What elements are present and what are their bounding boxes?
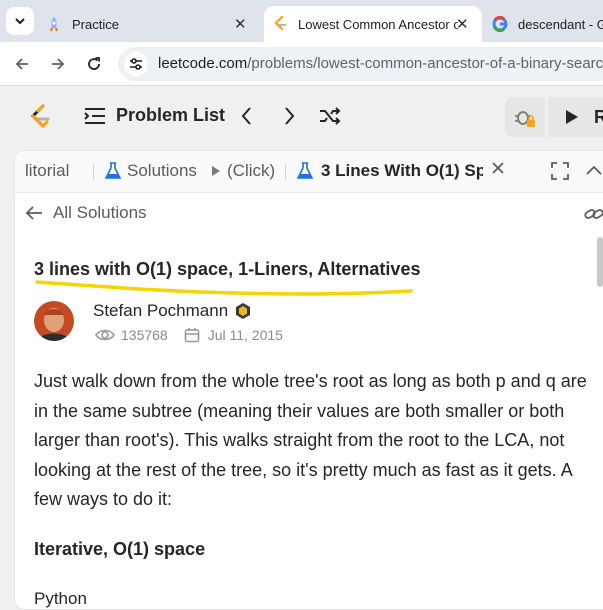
run-label: R	[594, 106, 603, 127]
bug-lock-icon	[515, 111, 535, 127]
site-settings-icon[interactable]	[124, 52, 148, 76]
forward-arrow-icon[interactable]	[46, 52, 70, 76]
play-small-icon	[212, 166, 220, 176]
url-field[interactable]: leetcode.com/problems/lowest-common-ance…	[118, 47, 603, 81]
browser-tab-strip: Practice ✕ Lowest Common Ancestor of ✕ d…	[0, 0, 603, 42]
eye-icon	[95, 329, 115, 341]
calendar-icon	[184, 328, 200, 343]
tab-search-button[interactable]	[6, 7, 34, 35]
tab-title: Lowest Common Ancestor of	[298, 16, 458, 32]
debug-button[interactable]	[505, 97, 545, 137]
tab-solutions[interactable]: Solutions	[105, 161, 197, 181]
close-icon[interactable]	[491, 161, 505, 175]
back-arrow-icon[interactable]	[10, 52, 34, 76]
leetcode-logo-icon[interactable]	[28, 103, 52, 136]
tab-title: descendant - Go	[518, 16, 603, 32]
shuffle-icon[interactable]	[318, 105, 342, 132]
tab-divider	[93, 164, 94, 180]
run-button[interactable]: R	[548, 97, 603, 137]
avatar[interactable]	[34, 301, 74, 341]
play-icon	[566, 110, 578, 124]
close-icon[interactable]: ✕	[234, 15, 247, 33]
flask-icon	[297, 162, 313, 179]
url-path: /problems/lowest-common-ancestor-of-a-bi…	[247, 55, 603, 72]
solution-title: 3 lines with O(1) space, 1-Liners, Alter…	[34, 259, 421, 279]
list-icon	[84, 107, 105, 124]
share-link-icon[interactable]	[583, 205, 603, 228]
tab-current-solution[interactable]: 3 Lines With O(1) Sp	[297, 161, 483, 181]
tab-label: litorial	[25, 161, 70, 180]
problem-list-label: Problem List	[116, 105, 226, 125]
google-logo-icon	[492, 16, 508, 32]
badge-icon	[236, 303, 251, 319]
flask-icon	[105, 162, 121, 179]
leetcode-header: Problem List R	[0, 87, 603, 147]
solution-panel: litorial Solutions (Click) 3 Lines With …	[14, 150, 603, 610]
all-solutions-label: All Solutions	[53, 203, 147, 222]
post-date: Jul 11, 2015	[207, 327, 283, 343]
leetcode-logo-icon	[272, 16, 288, 32]
close-icon[interactable]: ✕	[456, 15, 469, 33]
code-language-label: Python	[34, 589, 87, 608]
reload-icon[interactable]	[82, 52, 106, 76]
url-host: leetcode.com	[158, 55, 248, 72]
maximize-icon[interactable]	[551, 162, 569, 180]
section-heading: Iterative, O(1) space	[34, 539, 206, 559]
author-name[interactable]: Stefan Pochmann	[93, 301, 228, 321]
post-meta: 135768 Jul 11, 2015	[95, 327, 283, 343]
tab-label: Solutions	[127, 161, 197, 180]
problem-list-button[interactable]: Problem List	[84, 105, 225, 126]
browser-tab-lowest-common-ancestor[interactable]: Lowest Common Ancestor of ✕	[264, 6, 482, 42]
browser-tab-descendant[interactable]: descendant - Go	[492, 6, 603, 42]
panel-tab-bar: litorial Solutions (Click) 3 Lines With …	[15, 151, 603, 193]
chevron-down-icon	[15, 18, 25, 25]
tab-label: (Click)	[227, 161, 276, 180]
back-arrow-icon	[25, 206, 42, 220]
chevron-right-icon[interactable]	[280, 105, 298, 132]
tab-editorial[interactable]: litorial	[25, 161, 69, 181]
url-text: leetcode.com/problems/lowest-common-ance…	[158, 55, 603, 72]
tab-title: Practice	[72, 16, 119, 32]
scrollbar-thumb[interactable]	[597, 237, 603, 287]
highlight-underline	[35, 280, 413, 296]
solution-body-text: Just walk down from the whole tree's roo…	[34, 371, 587, 509]
rocket-icon	[46, 16, 62, 32]
browser-tab-practice[interactable]: Practice ✕	[46, 6, 256, 42]
tab-click[interactable]: (Click)	[211, 161, 275, 181]
address-bar-row: leetcode.com/problems/lowest-common-ance…	[0, 42, 603, 86]
view-count: 135768	[121, 327, 168, 343]
chevron-up-icon[interactable]	[585, 163, 603, 177]
tab-divider	[285, 164, 286, 180]
chevron-left-icon[interactable]	[238, 105, 256, 132]
all-solutions-link[interactable]: All Solutions	[25, 203, 147, 223]
author-name-row: Stefan Pochmann	[93, 301, 252, 321]
tab-label: 3 Lines With O(1) Sp	[321, 161, 483, 180]
